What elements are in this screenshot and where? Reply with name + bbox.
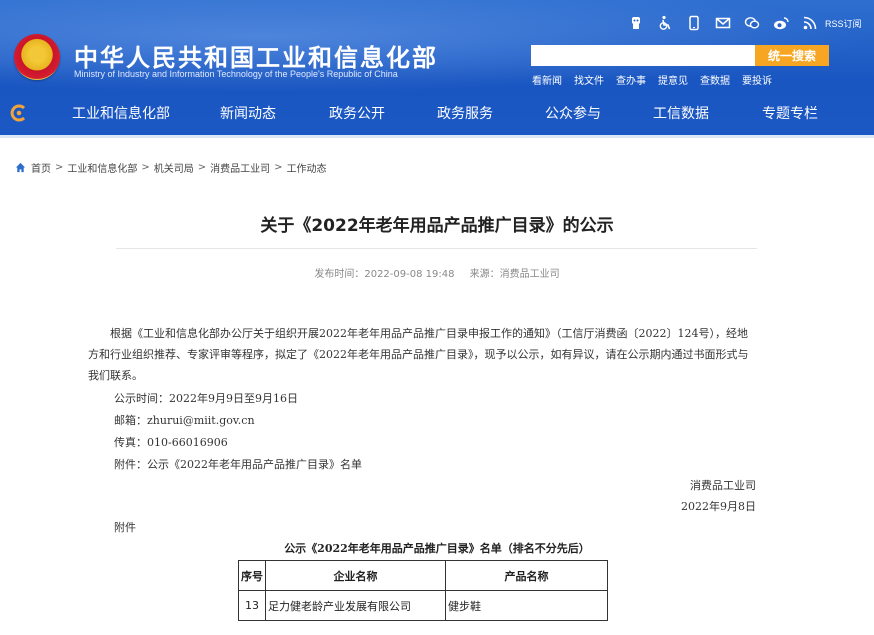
article-meta: 发布时间：2022-09-08 19:48 来源：消费品工业司 (0, 265, 874, 280)
nav-logo-icon[interactable] (10, 104, 28, 122)
publish-time: 发布时间：2022-09-08 19:48 (314, 269, 455, 280)
table-header-row: 序号 企业名称 产品名称 (238, 560, 608, 591)
breadcrumb-bureaus[interactable]: 机关司局 (154, 160, 194, 175)
mail-icon[interactable] (713, 14, 733, 32)
breadcrumb-separator: > (274, 162, 283, 173)
quick-links: 看新闻 找文件 查办事 提意见 查数据 要投诉 (532, 72, 784, 87)
quick-link-complaint[interactable]: 要投诉 (742, 72, 772, 87)
breadcrumb-home[interactable]: 首页 (31, 160, 51, 175)
weibo-icon[interactable] (771, 14, 791, 32)
nav-item-ministry[interactable]: 工业和信息化部 (72, 103, 170, 123)
mobile-icon[interactable] (684, 14, 704, 32)
title-divider (116, 248, 757, 249)
notice-period: 公示时间：2022年9月9日至9月16日 (114, 392, 298, 405)
nav-item-news[interactable]: 新闻动态 (220, 103, 276, 123)
signature-department: 消费品工业司 (690, 479, 756, 492)
main-nav: 工业和信息化部 新闻动态 政务公开 政务服务 公众参与 工信数据 专题专栏 (0, 95, 874, 131)
nav-item-participation[interactable]: 公众参与 (545, 103, 601, 123)
nav-item-data[interactable]: 工信数据 (653, 103, 709, 123)
signature-date: 2022年9月8日 (681, 500, 756, 513)
breadcrumb-separator: > (55, 162, 64, 173)
article-source: 来源：消费品工业司 (469, 269, 560, 280)
home-icon[interactable] (15, 162, 26, 173)
breadcrumb-separator: > (197, 162, 207, 173)
cell-product: 健步鞋 (445, 590, 608, 621)
attachment-line: 附件：公示《2022年老年用品产品推广目录》名单 (114, 458, 362, 471)
attachment-heading: 附件 (114, 521, 136, 534)
breadcrumb-department[interactable]: 消费品工业司 (210, 160, 270, 175)
header-number: 序号 (238, 560, 266, 591)
article-paragraph: 根据《工业和信息化部办公厅关于组织开展2022年老年用品产品推广目录申报工作的通… (88, 327, 749, 382)
table-row: 13 足力健老龄产业发展有限公司 健步鞋 (238, 590, 608, 621)
site-subtitle: Ministry of Industry and Information Tec… (74, 69, 398, 79)
robot-icon[interactable] (626, 14, 646, 32)
cell-number: 13 (238, 590, 266, 621)
product-list-table: 序号 企业名称 产品名称 13 足力健老龄产业发展有限公司 健步鞋 (238, 560, 608, 621)
nav-item-gov-info[interactable]: 政务公开 (329, 103, 385, 123)
breadcrumb-ministry[interactable]: 工业和信息化部 (67, 160, 137, 175)
cell-company: 足力健老龄产业发展有限公司 (265, 590, 446, 621)
accessibility-icon[interactable] (655, 14, 675, 32)
search-input[interactable] (531, 45, 755, 66)
quick-link-news[interactable]: 看新闻 (532, 72, 562, 87)
search-button[interactable]: 统一搜索 (755, 45, 829, 66)
quick-link-data[interactable]: 查数据 (700, 72, 730, 87)
wechat-icon[interactable] (742, 14, 762, 32)
article-title: 关于《2022年老年用品产品推广目录》的公示 (260, 216, 614, 236)
site-header: 中华人民共和国工业和信息化部 Ministry of Industry and … (0, 0, 874, 135)
nav-item-gov-services[interactable]: 政务服务 (437, 103, 493, 123)
nav-item-topics[interactable]: 专题专栏 (762, 103, 818, 123)
contact-email: 邮箱：zhurui@miit.gov.cn (114, 414, 255, 427)
header-company: 企业名称 (265, 560, 446, 591)
header-divider (0, 135, 874, 138)
breadcrumb-separator: > (141, 162, 150, 173)
rss-label[interactable]: RSS订阅 (825, 17, 862, 30)
national-emblem-icon[interactable] (14, 34, 60, 80)
quick-link-feedback[interactable]: 提意见 (658, 72, 688, 87)
quick-link-services[interactable]: 查办事 (616, 72, 646, 87)
header-product: 产品名称 (445, 560, 608, 591)
top-icon-bar: RSS订阅 (626, 13, 862, 33)
site-title[interactable]: 中华人民共和国工业和信息化部 (74, 38, 438, 73)
quick-link-files[interactable]: 找文件 (574, 72, 604, 87)
breadcrumb-work-news[interactable]: 工作动态 (287, 160, 327, 175)
contact-fax: 传真：010-66016906 (114, 436, 228, 449)
rss-icon[interactable] (800, 14, 820, 32)
table-caption: 公示《2022年老年用品产品推广目录》名单（排名不分先后） (284, 542, 590, 555)
breadcrumb: 首页 > 工业和信息化部 > 机关司局 > 消费品工业司 > 工作动态 (15, 160, 327, 175)
